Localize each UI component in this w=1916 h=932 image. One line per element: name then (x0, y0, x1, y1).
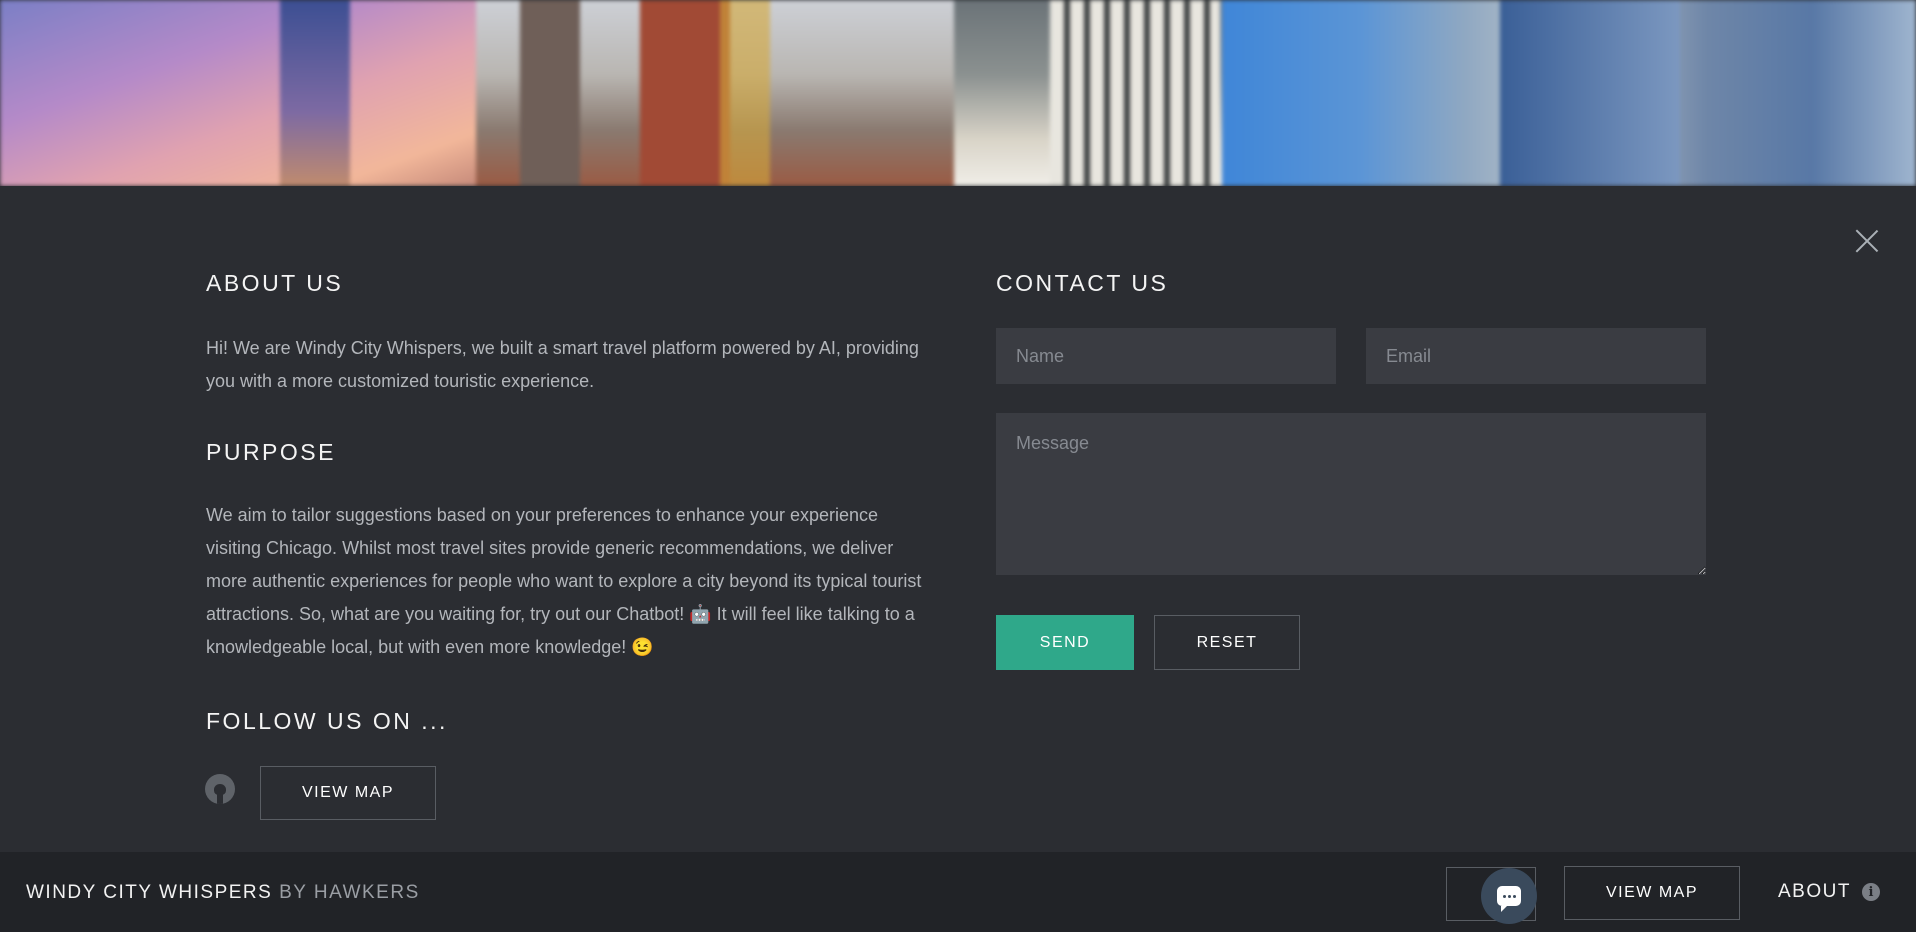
footer-view-map-button[interactable]: VIEW MAP (1564, 866, 1740, 920)
chat-button[interactable] (1481, 868, 1537, 924)
contact-heading: CONTACT US (996, 270, 1169, 296)
message-input[interactable] (996, 413, 1706, 575)
purpose-heading: PURPOSE (206, 439, 336, 465)
view-map-button[interactable]: VIEW MAP (260, 766, 436, 820)
follow-heading: FOLLOW US ON ... (206, 708, 448, 734)
footer-bar: WINDY CITY WHISPERS BY HAWKERS VIEW MAP … (0, 852, 1916, 932)
name-input[interactable] (996, 328, 1336, 384)
github-icon[interactable] (205, 774, 235, 804)
hero-banner (0, 0, 1916, 186)
close-icon[interactable] (1850, 224, 1884, 258)
about-link[interactable]: ABOUT (1778, 881, 1851, 903)
chat-icon (1497, 886, 1521, 912)
email-input[interactable] (1366, 328, 1706, 384)
brand[interactable]: WINDY CITY WHISPERS BY HAWKERS (26, 882, 420, 904)
brand-name: WINDY CITY WHISPERS (26, 882, 273, 903)
reset-button[interactable]: RESET (1154, 615, 1300, 670)
about-heading: ABOUT US (206, 270, 344, 296)
brand-suffix: BY HAWKERS (279, 882, 420, 903)
info-icon[interactable]: i (1862, 883, 1880, 901)
purpose-text: We aim to tailor suggestions based on yo… (206, 505, 922, 657)
about-overlay: ABOUT US Hi! We are Windy City Whispers,… (0, 186, 1916, 852)
about-text: Hi! We are Windy City Whispers, we built… (206, 338, 919, 391)
send-button[interactable]: SEND (996, 615, 1134, 670)
